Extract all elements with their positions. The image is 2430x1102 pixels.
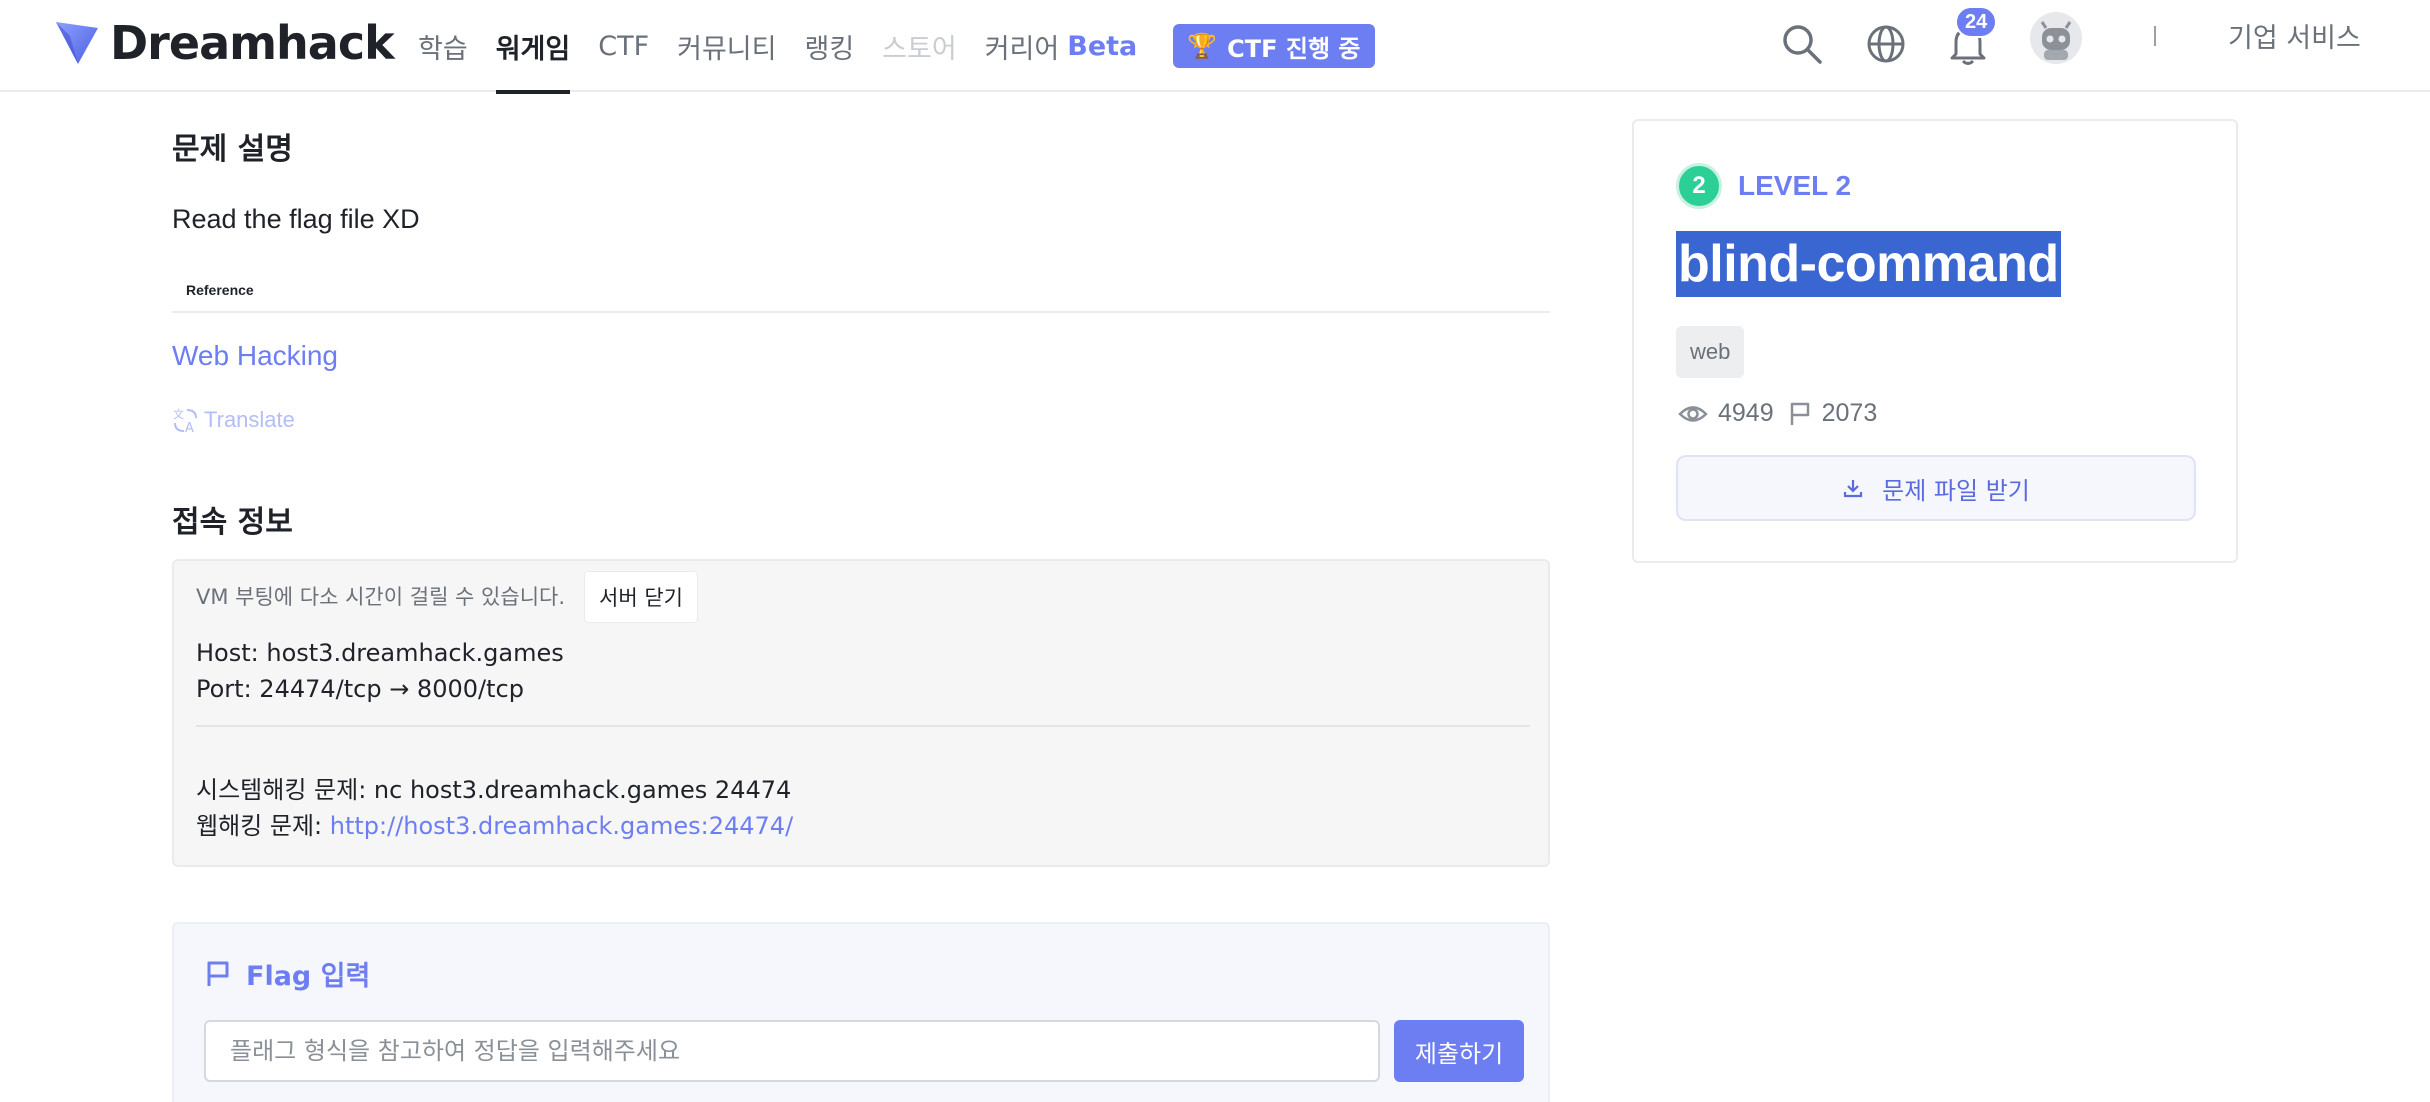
ctf-running-badge[interactable]: 🏆 CTF 진행 중 [1173, 24, 1375, 68]
tag-web[interactable]: web [1676, 326, 1745, 378]
flag-icon [207, 961, 229, 986]
ctf-badge-label: CTF 진행 중 [1227, 34, 1361, 63]
level-row: 2 LEVEL 2 [1676, 163, 1851, 209]
globe-icon [1867, 25, 1905, 63]
language-button[interactable] [1856, 14, 1916, 74]
solves-count: 2073 [1821, 399, 1878, 427]
reference-label: Reference [186, 282, 254, 298]
connection-info-box: VM 부팅에 다소 시간이 걸릴 수 있습니다. 서버 닫기 Host: hos… [172, 559, 1550, 867]
nav-divider [2154, 26, 2156, 46]
nav-community[interactable]: 커뮤니티 [677, 0, 776, 92]
web-hacking-url[interactable]: http://host3.dreamhack.games:24474/ [330, 812, 793, 840]
avatar[interactable] [2030, 12, 2082, 64]
logo-text: Dreamhack [110, 16, 395, 70]
search-button[interactable] [1772, 14, 1832, 74]
download-label: 문제 파일 받기 [1882, 476, 2030, 505]
flag-input-section: Flag 입력 제출하기 [172, 922, 1550, 1102]
trophy-icon: 🏆 [1187, 32, 1218, 60]
logo[interactable]: Dreamhack [52, 12, 395, 74]
svg-text:A: A [185, 421, 194, 434]
notification-count-badge: 24 [1955, 6, 1998, 38]
nav-learn[interactable]: 학습 [418, 0, 468, 92]
vm-boot-note: VM 부팅에 다소 시간이 걸릴 수 있습니다. [196, 585, 566, 609]
top-navigation: Dreamhack 학습 워게임 CTF 커뮤니티 랭킹 스토어 커리어 Bet… [0, 0, 2430, 94]
nav-ranking[interactable]: 랭킹 [804, 0, 854, 92]
reference-link-web-hacking[interactable]: Web Hacking [172, 340, 338, 372]
flag-icon [1790, 402, 1809, 425]
translate-label: Translate [204, 407, 295, 432]
flag-input[interactable] [204, 1020, 1380, 1082]
challenge-stats: 4949 2073 [1678, 399, 1891, 428]
solves-stat: 2073 [1788, 399, 1878, 428]
close-server-button[interactable]: 서버 닫기 [584, 571, 698, 623]
flag-title: Flag 입력 [204, 954, 370, 993]
submit-flag-button[interactable]: 제출하기 [1394, 1020, 1524, 1082]
web-hacking-line: 웹해킹 문제: http://host3.dreamhack.games:244… [196, 806, 793, 841]
description-text: Read the flag file XD [172, 204, 420, 234]
views-stat: 4949 [1678, 399, 1774, 428]
level-badge: 2 [1676, 163, 1722, 209]
translate-icon: 文 A [173, 407, 197, 434]
connection-title: 접속 정보 [172, 505, 293, 540]
views-count: 4949 [1718, 399, 1774, 427]
eye-icon [1678, 405, 1708, 422]
nav-career-label: 커리어 [984, 33, 1060, 65]
svg-text:文: 文 [173, 407, 184, 421]
nav-career[interactable]: 커리어 Beta [985, 0, 1138, 92]
flag-title-label: Flag 입력 [246, 961, 371, 992]
system-hacking-text: 시스템해킹 문제: nc host3.dreamhack.games 24474 [196, 776, 792, 804]
web-hacking-label: 웹해킹 문제: [196, 812, 330, 840]
level-text: LEVEL 2 [1738, 170, 1852, 201]
host-text: Host: host3.dreamhack.games [196, 639, 564, 667]
port-text: Port: 24474/tcp → 8000/tcp [196, 675, 524, 703]
business-service-link[interactable]: 기업 서비스 [2228, 16, 2361, 55]
challenge-info-card: 2 LEVEL 2 blind-command web 4949 2073 문제… [1632, 119, 2238, 563]
nav-ctf[interactable]: CTF [598, 0, 649, 92]
robot-avatar-icon [2040, 21, 2072, 60]
dreamhack-logo-icon [56, 22, 98, 64]
search-icon [1783, 25, 1822, 64]
description-title: 문제 설명 [172, 132, 293, 167]
connection-divider [196, 725, 1530, 727]
download-icon [1844, 480, 1863, 498]
reference-divider [172, 311, 1550, 313]
beta-label: Beta [1067, 30, 1138, 62]
challenge-title: blind-command [1676, 231, 2061, 297]
translate-button[interactable]: 文 A Translate [172, 406, 295, 434]
download-files-button[interactable]: 문제 파일 받기 [1676, 455, 2196, 521]
main-nav: 학습 워게임 CTF 커뮤니티 랭킹 스토어 커리어 Beta 🏆 CTF 진행… [418, 0, 1375, 94]
nav-store[interactable]: 스토어 [882, 0, 957, 92]
nav-wargame[interactable]: 워게임 [495, 0, 570, 94]
